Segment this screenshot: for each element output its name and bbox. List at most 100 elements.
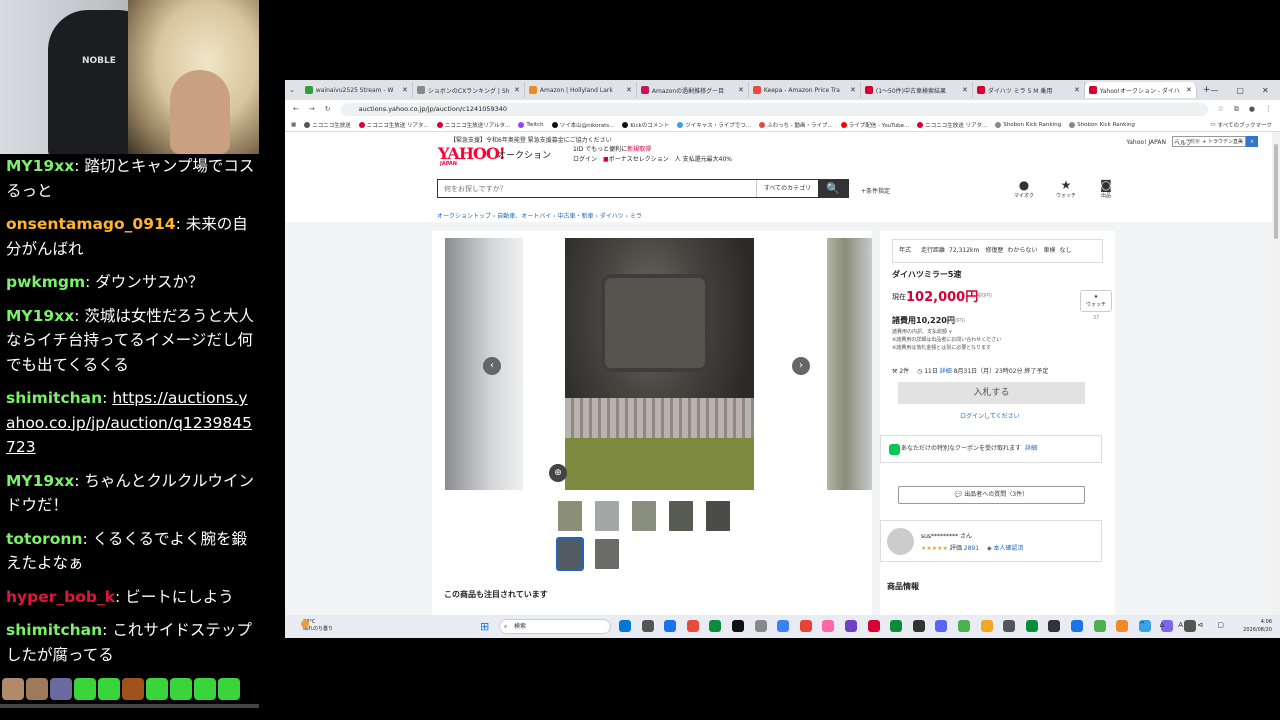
new-tab-button[interactable]: + <box>1203 85 1211 95</box>
bookmark-item[interactable]: ニコニコ生放送 リアタ... <box>917 121 987 129</box>
main-image[interactable]: ⊕ <box>549 238 754 490</box>
bookmark-item[interactable]: ライブ配信 - YouTube... <box>840 121 909 129</box>
taskbar-app-icon[interactable] <box>958 620 970 632</box>
tab-close-icon[interactable]: ✕ <box>850 86 856 94</box>
login-prompt-link[interactable]: ログインしてください <box>960 411 1020 420</box>
search-button[interactable]: 🔍 <box>818 180 848 197</box>
weather-widget[interactable]: 23°C 晴れのち曇り <box>295 619 333 633</box>
image-thumbnail[interactable] <box>595 501 619 531</box>
taskbar-app-icon[interactable] <box>686 620 699 632</box>
windows-start-icon[interactable]: ⊞ <box>480 620 489 633</box>
taskbar-search[interactable]: ⌕ 検索 <box>499 619 611 634</box>
zoom-icon[interactable]: ⊕ <box>549 464 567 482</box>
chat-username[interactable]: totoronn <box>6 530 82 548</box>
tab-close-icon[interactable]: ✕ <box>1186 86 1192 94</box>
bookmark-item[interactable]: ニコニコ生放送リアルタ... <box>436 121 510 129</box>
watch-button[interactable]: ★ ウォッチ <box>1080 290 1112 312</box>
taskbar-app-icon[interactable] <box>1048 620 1061 632</box>
chat-username[interactable]: MY19xx <box>6 157 74 175</box>
taskbar-app-icon[interactable] <box>709 620 722 632</box>
image-thumbnail[interactable] <box>595 539 619 569</box>
sell-button[interactable]: ◙ 出品 <box>1093 178 1119 199</box>
breadcrumb-link[interactable]: 自動車、オートバイ <box>497 213 551 220</box>
browser-tab[interactable]: Keepa - Amazon Price Tra ✕ <box>749 82 861 98</box>
search-input[interactable] <box>438 180 756 197</box>
browser-tab[interactable]: Yahoo!オークション - ダイハ ✕ <box>1084 82 1197 98</box>
chat-username[interactable]: pwkmgm <box>6 273 85 291</box>
taskbar-app-icon[interactable] <box>1025 620 1038 632</box>
bookmark-item[interactable]: ふわっち - 動画・ライブ... <box>758 121 833 129</box>
chat-username[interactable]: shimitchan <box>6 389 102 407</box>
time-detail-link[interactable]: 詳細 <box>940 368 952 375</box>
browser-tab[interactable]: (1〜50件)中古車検索結果 ✕ <box>861 82 973 98</box>
extensions-icon[interactable]: ⧉ <box>1234 105 1239 114</box>
chat-username[interactable]: hyper_bob_k <box>6 588 115 606</box>
bookmark-item[interactable]: ニコニコ生放送 <box>304 121 351 129</box>
new-id-link[interactable]: 新規取得 <box>627 146 651 153</box>
taskbar-app-icon[interactable] <box>754 620 767 632</box>
emergency-notice[interactable]: 【緊急支援】令和6年奥能登 緊急支援募金にご協力ください <box>450 135 612 144</box>
bookmark-item[interactable]: ツイ本山@nikorats... <box>551 121 614 129</box>
next-image-preview[interactable] <box>827 238 872 490</box>
url-input[interactable]: auctions.yahoo.co.jp/jp/auction/c1241059… <box>340 102 1208 116</box>
tab-close-icon[interactable]: ✕ <box>962 86 968 94</box>
category-select[interactable]: すべてのカテゴリ <box>756 180 818 197</box>
image-thumbnail[interactable] <box>556 537 584 571</box>
web-search-input[interactable]: ウェブ検索 + トラウデン直美 <box>1172 136 1246 147</box>
maximize-icon[interactable]: ▢ <box>1236 86 1244 95</box>
system-tray[interactable]: ^ ⌂ A ⊲ ▢ <box>1140 621 1230 629</box>
taskbar-app-icon[interactable] <box>867 620 880 632</box>
conditions-link[interactable]: +条件指定 <box>861 186 890 195</box>
page-scrollbar[interactable] <box>1272 132 1280 615</box>
tab-close-icon[interactable]: ✕ <box>626 86 632 94</box>
chat-username[interactable]: shimitchan <box>6 621 102 639</box>
bookmark-item[interactable]: Kickのコメント <box>622 121 669 129</box>
browser-tab[interactable]: Amazon | Hollyland Lark ✕ <box>525 82 637 98</box>
fees-breakdown-toggle[interactable]: 諸費用の内訳、支払総額 ∨ <box>892 328 1001 336</box>
breadcrumb-link[interactable]: ミラ <box>630 213 642 220</box>
bid-button[interactable]: 入札する <box>898 382 1085 404</box>
bookmark-item[interactable]: Twitch <box>518 121 544 129</box>
taskbar-app-icon[interactable] <box>980 620 993 632</box>
forward-icon[interactable]: → <box>309 105 315 113</box>
seller-name-link[interactable]: sus********* <box>921 533 958 540</box>
browser-tab[interactable]: ショボンのCXランキング | Sh ✕ <box>413 82 525 98</box>
tab-close-icon[interactable]: ✕ <box>738 86 744 94</box>
breadcrumb-link[interactable]: 中古車・新車 <box>557 213 593 220</box>
breadcrumb-link[interactable]: ダイハツ <box>600 213 624 220</box>
tab-search-icon[interactable]: ⌄ <box>289 86 295 94</box>
minimize-icon[interactable]: — <box>1210 86 1218 95</box>
yahoo-japan-link[interactable]: Yahoo! JAPAN <box>1126 139 1166 146</box>
apps-icon[interactable]: ▦ <box>291 122 296 128</box>
taskbar-app-icon[interactable] <box>890 620 903 632</box>
coupon-banner[interactable]: あなただけの特別なクーポンを受け取れます 詳細 <box>880 435 1102 463</box>
image-thumbnail[interactable] <box>706 501 730 531</box>
all-bookmarks[interactable]: ▭ すべてのブックマーク <box>1210 121 1280 129</box>
prev-arrow-icon[interactable]: ‹ <box>483 357 501 375</box>
chat-username[interactable]: MY19xx <box>6 307 74 325</box>
seller-rating-link[interactable]: 2891 <box>964 545 979 552</box>
taskbar-app-icon[interactable] <box>732 620 744 632</box>
breadcrumb-link[interactable]: オークショントップ <box>437 213 491 220</box>
my-auction-button[interactable]: ● マイオク <box>1011 178 1037 199</box>
tab-close-icon[interactable]: ✕ <box>402 86 408 94</box>
login-link[interactable]: ログイン <box>573 156 597 163</box>
ask-seller-button[interactable]: 💬 出品者への質問（3件） <box>898 486 1085 504</box>
browser-tab[interactable]: ダイハツ ミラ 5 M 乗用 ✕ <box>973 82 1085 98</box>
image-thumbnail[interactable] <box>558 501 582 531</box>
bookmark-item[interactable]: ツイキャス・ライブでつ... <box>677 121 751 129</box>
taskbar-app-icon[interactable] <box>1116 620 1129 632</box>
taskbar-app-icon[interactable] <box>799 620 812 632</box>
taskbar-app-icon[interactable] <box>822 620 835 632</box>
tab-close-icon[interactable]: ✕ <box>1074 86 1080 94</box>
web-search-button[interactable]: ⌕ <box>1246 136 1258 147</box>
chat-username[interactable]: onsentamago_0914 <box>6 215 176 233</box>
taskbar-app-icon[interactable] <box>641 620 654 632</box>
taskbar-app-icon[interactable] <box>845 620 857 632</box>
next-arrow-icon[interactable]: › <box>792 357 810 375</box>
browser-tab[interactable]: Amazonの過剰推移グー目 ✕ <box>637 82 749 98</box>
taskbar-app-icon[interactable] <box>664 620 677 632</box>
clock[interactable]: 4:06 2026/08/20 <box>1243 618 1272 634</box>
browser-tab[interactable]: wainaivu2525 Stream - W ✕ <box>301 82 413 98</box>
profile-icon[interactable]: ● <box>1249 105 1255 113</box>
